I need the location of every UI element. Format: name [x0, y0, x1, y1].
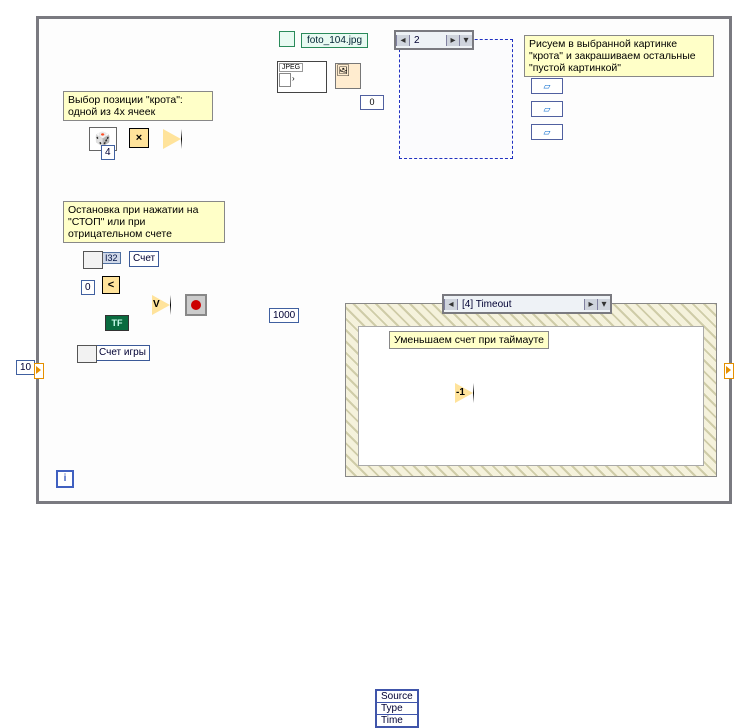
shift-register-left: [34, 363, 44, 379]
case-selector-ring[interactable]: ◂ 2 ▸ ▾: [394, 30, 474, 50]
picture-draw-node: 🖼: [335, 63, 361, 89]
path-browse-icon: [279, 31, 295, 47]
const-image-zero: 0: [360, 95, 384, 110]
event-data-node: Source Type Time: [375, 689, 419, 728]
local-var-icon-2: [77, 345, 97, 363]
boolean-const: TF: [105, 315, 129, 331]
comment-stop-condition: Остановка при нажатии на "СТОП" или при …: [63, 201, 225, 243]
comment-draw-mole: Рисуем в выбранной картинке "крота" и за…: [524, 35, 714, 77]
round-node: [163, 129, 182, 149]
i32-type-icon: I32: [102, 252, 121, 264]
comment-timeout-decrement: Уменьшаем счет при таймауте: [389, 331, 549, 349]
event-data-type: Type: [377, 703, 418, 715]
jpeg-read-node: JPEG ›: [277, 61, 327, 93]
case-structure: ◂ 2 ▸ ▾: [399, 39, 513, 159]
count-indicator: Счет: [129, 251, 159, 267]
file-path-constant: foto_104.jpg: [301, 33, 368, 48]
case-prev-icon[interactable]: ◂: [396, 35, 410, 46]
less-than-node: <: [102, 276, 120, 294]
event-next-icon[interactable]: ▸: [584, 299, 598, 310]
comment-mole-position: Выбор позиции "крота": одной из 4х ячеек: [63, 91, 213, 121]
picture-indicator-4: ▱: [531, 124, 563, 140]
picture-indicator-3: ▱: [531, 101, 563, 117]
const-timeout-ms: 1000: [269, 308, 299, 323]
event-data-time: Time: [377, 715, 418, 727]
local-var-icon: [83, 251, 103, 269]
event-data-source: Source: [377, 691, 418, 703]
picture-indicator-2: ▱: [531, 78, 563, 94]
event-case-body: Уменьшаем счет при таймауте Source Type …: [358, 326, 704, 466]
or-node: [152, 295, 171, 315]
loop-stop-terminal: [185, 294, 207, 316]
event-case-label: [4] Timeout: [458, 299, 584, 310]
event-selector-ring[interactable]: ◂ [4] Timeout ▸ ▾: [442, 294, 612, 314]
case-next-icon[interactable]: ▸: [446, 35, 460, 46]
const-zero: 0: [81, 280, 95, 295]
decrement-node: [455, 383, 474, 403]
event-data-table: Source Type Time: [376, 690, 418, 727]
case-dropdown-icon[interactable]: ▾: [460, 35, 472, 46]
event-dropdown-icon[interactable]: ▾: [598, 299, 610, 310]
multiply-node: ×: [129, 128, 149, 148]
event-structure: ◂ [4] Timeout ▸ ▾ Уменьшаем счет при тай…: [345, 303, 717, 477]
shift-register-right: [724, 363, 734, 379]
const-initial: 10: [16, 360, 35, 375]
count-local-variable: Счет игры: [95, 345, 150, 361]
event-prev-icon[interactable]: ◂: [444, 299, 458, 310]
while-loop: i Выбор позиции "крота": одной из 4х яче…: [36, 16, 732, 504]
case-value: 2: [410, 35, 446, 46]
const-four: 4: [101, 145, 115, 160]
jpeg-tag: JPEG: [279, 63, 303, 72]
iteration-terminal: i: [56, 470, 74, 488]
